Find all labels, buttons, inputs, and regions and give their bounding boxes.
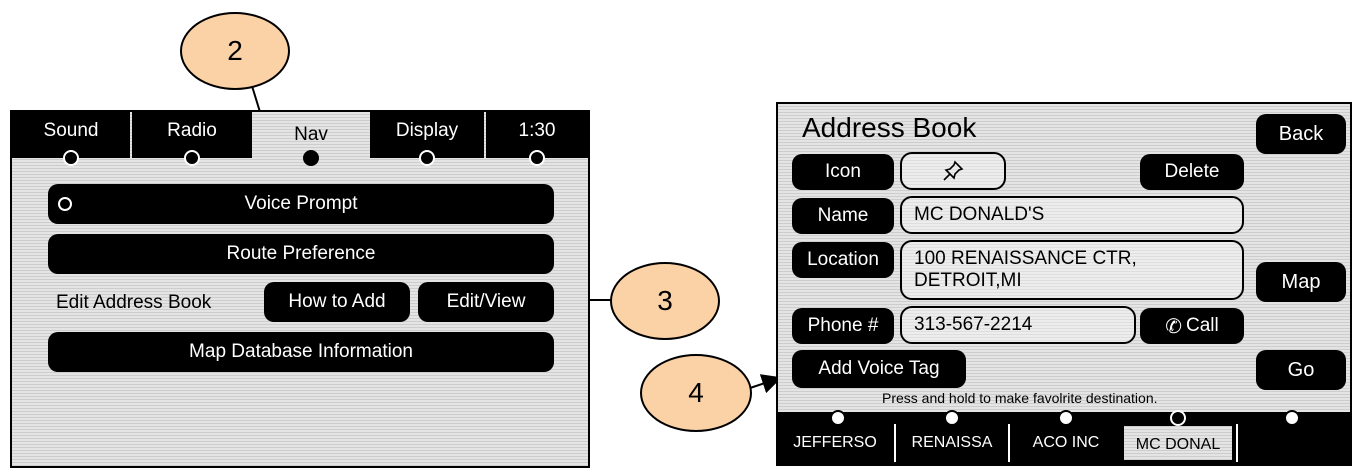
tab-radio-label: Radio bbox=[167, 120, 217, 141]
tab-sound[interactable]: Sound bbox=[12, 112, 130, 166]
icon-field[interactable] bbox=[900, 152, 1006, 190]
entry-1-indicator bbox=[830, 410, 846, 426]
name-value: MC DONALD'S bbox=[914, 204, 1045, 225]
back-label: Back bbox=[1278, 122, 1324, 145]
entry-2-label: RENAISSA bbox=[911, 434, 993, 451]
tab-display[interactable]: Display bbox=[370, 112, 484, 166]
callout-2-label: 2 bbox=[227, 35, 243, 66]
phone-button-label: Phone # bbox=[807, 315, 879, 336]
callout-4: 4 bbox=[640, 354, 752, 432]
how-to-add-button[interactable]: How to Add bbox=[264, 282, 410, 322]
how-to-add-label: How to Add bbox=[288, 291, 386, 312]
icon-button[interactable]: Icon bbox=[792, 154, 894, 190]
call-label: Call bbox=[1186, 315, 1219, 336]
location-field[interactable]: 100 RENAISSANCE CTR, DETROIT,MI bbox=[900, 240, 1244, 300]
callout-4-label: 4 bbox=[688, 377, 704, 408]
callout-3-label: 3 bbox=[657, 285, 673, 316]
tab-radio-indicator bbox=[184, 150, 200, 166]
tab-clock-indicator bbox=[529, 150, 545, 166]
voice-prompt-radio-icon bbox=[58, 197, 72, 211]
add-voice-tag-label: Add Voice Tag bbox=[818, 358, 940, 379]
entry-tab-2[interactable]: RENAISSA bbox=[894, 424, 1008, 462]
name-button-label: Name bbox=[817, 205, 869, 226]
tab-radio[interactable]: Radio bbox=[132, 112, 252, 166]
edit-view-label: Edit/View bbox=[446, 291, 526, 312]
tab-nav-indicator bbox=[303, 150, 319, 166]
entry-4-indicator bbox=[1170, 410, 1186, 426]
phone-button[interactable]: Phone # bbox=[792, 308, 894, 344]
icon-button-label: Icon bbox=[825, 161, 861, 182]
phone-icon: ✆ bbox=[1165, 315, 1183, 338]
entry-5-indicator bbox=[1284, 410, 1300, 426]
entry-4-label: MC DONAL bbox=[1135, 436, 1221, 453]
map-database-information-label: Map Database Information bbox=[189, 341, 413, 362]
name-field[interactable]: MC DONALD'S bbox=[900, 196, 1244, 234]
tab-nav[interactable]: Nav bbox=[254, 112, 368, 166]
entry-tab-4[interactable]: MC DONAL bbox=[1122, 424, 1234, 462]
add-voice-tag-button[interactable]: Add Voice Tag bbox=[792, 350, 966, 388]
go-button[interactable]: Go bbox=[1256, 350, 1346, 390]
pushpin-icon bbox=[941, 159, 965, 183]
voice-prompt-button[interactable]: Voice Prompt bbox=[48, 184, 554, 224]
nav-settings-screen: Sound Radio Nav Display 1:30 Voice Promp… bbox=[10, 110, 590, 468]
address-book-screen: Address Book Back Icon Delete Name MC DO… bbox=[776, 102, 1352, 466]
go-label: Go bbox=[1287, 358, 1315, 381]
location-line-1: 100 RENAISSANCE CTR, bbox=[914, 248, 1137, 269]
delete-label: Delete bbox=[1164, 161, 1220, 182]
edit-view-button[interactable]: Edit/View bbox=[418, 282, 554, 322]
route-preference-label: Route Preference bbox=[226, 243, 376, 264]
tab-sound-label: Sound bbox=[43, 120, 99, 141]
edit-address-book-label: Edit Address Book bbox=[56, 292, 212, 313]
tab-nav-label: Nav bbox=[294, 124, 328, 145]
entry-1-label: JEFFERSO bbox=[793, 434, 877, 451]
callout-3: 3 bbox=[610, 262, 720, 340]
map-label: Map bbox=[1281, 270, 1321, 293]
delete-button[interactable]: Delete bbox=[1140, 154, 1244, 190]
tab-clock-label: 1:30 bbox=[518, 120, 556, 141]
tab-sound-indicator bbox=[63, 150, 79, 166]
top-tab-bar: Sound Radio Nav Display 1:30 bbox=[12, 112, 588, 166]
entry-tab-3[interactable]: ACO INC bbox=[1008, 424, 1122, 462]
tab-display-indicator bbox=[419, 150, 435, 166]
location-line-2: DETROIT,MI bbox=[914, 270, 1022, 291]
phone-value: 313-567-2214 bbox=[914, 314, 1033, 335]
map-database-information-button[interactable]: Map Database Information bbox=[48, 332, 554, 372]
page-title: Address Book bbox=[802, 112, 977, 143]
tab-clock[interactable]: 1:30 bbox=[486, 112, 588, 166]
entry-3-indicator bbox=[1058, 410, 1074, 426]
map-button[interactable]: Map bbox=[1256, 262, 1346, 302]
entry-tab-1[interactable]: JEFFERSO bbox=[778, 424, 892, 462]
back-button[interactable]: Back bbox=[1256, 114, 1346, 154]
entry-3-label: ACO INC bbox=[1032, 434, 1100, 451]
tab-display-label: Display bbox=[395, 120, 459, 141]
route-preference-button[interactable]: Route Preference bbox=[48, 234, 554, 274]
location-button[interactable]: Location bbox=[792, 242, 894, 278]
entry-2-indicator bbox=[944, 410, 960, 426]
phone-field[interactable]: 313-567-2214 bbox=[900, 306, 1136, 344]
entry-tab-5[interactable] bbox=[1236, 424, 1350, 462]
voice-prompt-label: Voice Prompt bbox=[244, 193, 358, 214]
hint-text: Press and hold to make favolrite destina… bbox=[882, 390, 1158, 406]
callout-2: 2 bbox=[180, 12, 290, 90]
name-button[interactable]: Name bbox=[792, 198, 894, 234]
location-button-label: Location bbox=[807, 249, 879, 270]
call-button[interactable]: ✆ Call bbox=[1140, 308, 1244, 344]
